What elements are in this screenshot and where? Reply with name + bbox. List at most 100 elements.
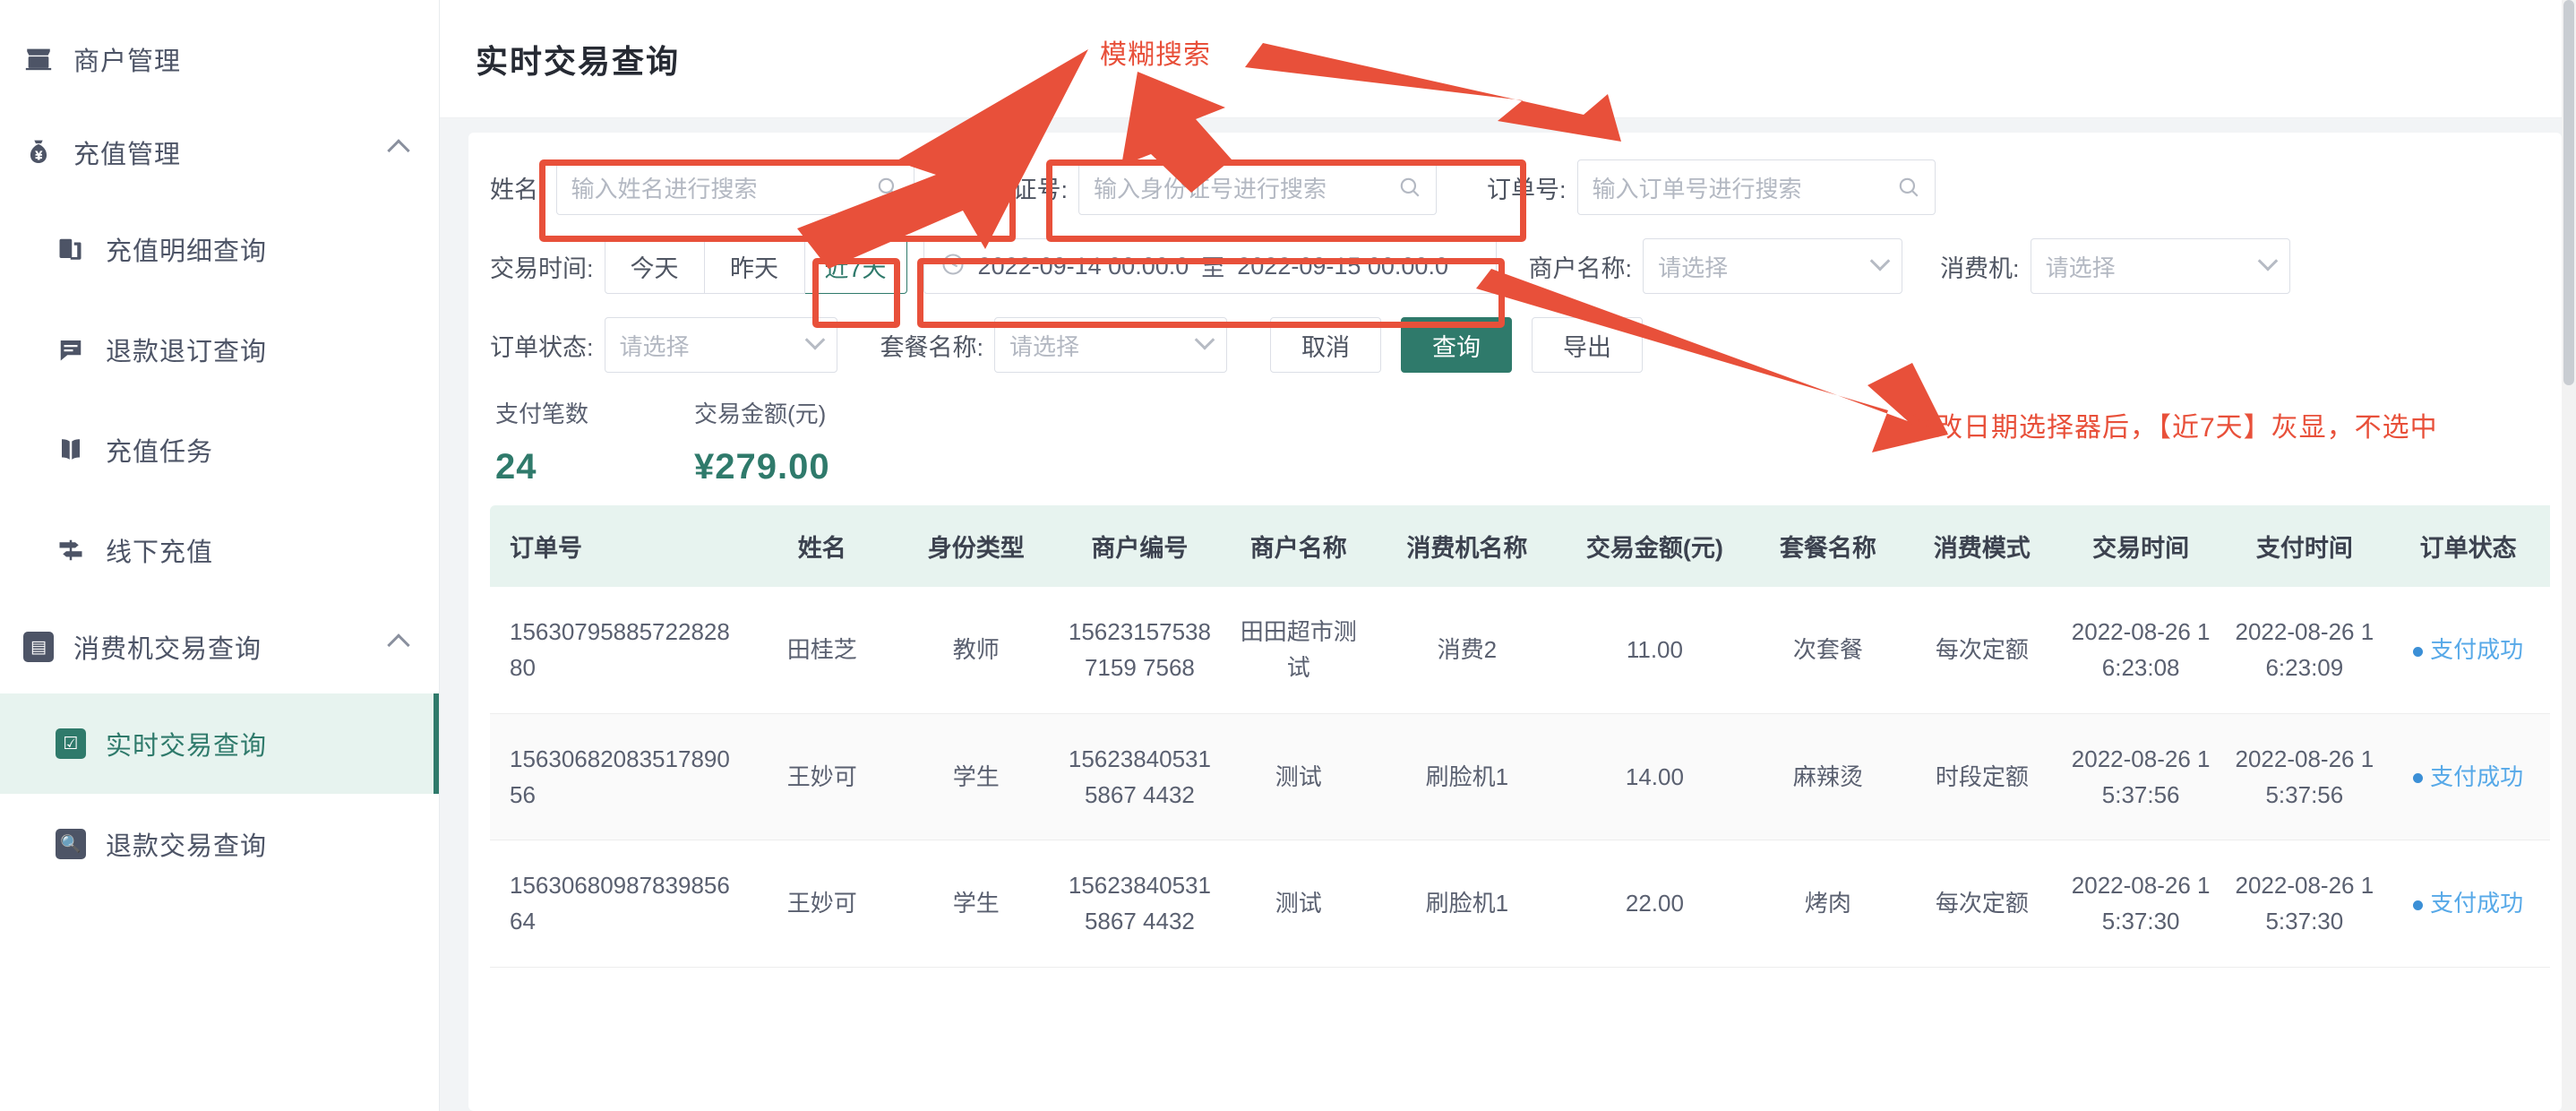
cell-name: 王妙可 bbox=[750, 713, 895, 841]
monitor-icon: ▤ bbox=[18, 632, 59, 662]
meal-name-select[interactable]: 请选择 bbox=[994, 317, 1228, 373]
quick-range-last7days[interactable]: 近7天 bbox=[804, 238, 907, 294]
search-icon bbox=[876, 176, 899, 199]
col-amount[interactable]: 交易金额(元) bbox=[1558, 505, 1751, 587]
signpost-icon bbox=[50, 537, 91, 564]
date-range-picker[interactable]: 2022-09-14 00:00:0 至 2022-09-15 00:00:0 bbox=[923, 238, 1497, 294]
sidebar-item-label: 退款退订查询 bbox=[106, 338, 268, 366]
col-merchant-name[interactable]: 商户名称 bbox=[1221, 505, 1376, 587]
cell-identity-type: 学生 bbox=[894, 840, 1059, 968]
merchant-name-label: 商户名称: bbox=[1528, 254, 1633, 282]
stat-transaction-amount: 交易金额(元) ¥279.00 bbox=[694, 396, 830, 487]
cancel-button[interactable]: 取消 bbox=[1270, 317, 1382, 373]
device-label: 消费机: bbox=[1940, 254, 2020, 282]
date-range-start: 2022-09-14 00:00:0 bbox=[977, 252, 1189, 280]
sidebar-group-merchant: 商户管理 bbox=[0, 13, 439, 106]
cell-pay-time: 2022-08-26 15:37:56 bbox=[2222, 713, 2387, 841]
sidebar-item-realtime-transaction-query[interactable]: ☑ 实时交易查询 bbox=[0, 693, 439, 794]
sidebar-item-label: 实时交易查询 bbox=[106, 732, 268, 761]
status-dot-icon bbox=[2413, 900, 2424, 910]
col-meal-name[interactable]: 套餐名称 bbox=[1750, 505, 1905, 587]
table-row[interactable]: 1563068098783985664 王妙可 学生 1562384053158… bbox=[490, 840, 2550, 968]
order-no-input[interactable]: 输入订单号进行搜索 bbox=[1576, 159, 1936, 215]
cell-amount: 22.00 bbox=[1558, 840, 1751, 968]
status-badge: 支付成功 bbox=[2430, 762, 2524, 790]
search-row-2: 交易时间: 今天 昨天 近7天 2022-09-14 00:00:0 至 202… bbox=[490, 238, 2540, 294]
summary-stats: 支付笔数 24 交易金额(元) ¥279.00 bbox=[490, 396, 2540, 487]
chevron-up-icon[interactable] bbox=[387, 633, 410, 658]
sidebar-item-refund-query[interactable]: 退款退订查询 bbox=[0, 299, 439, 400]
col-name[interactable]: 姓名 bbox=[750, 505, 895, 587]
name-input-placeholder: 输入姓名进行搜索 bbox=[571, 175, 758, 202]
device-select-value: 请选择 bbox=[2045, 254, 2116, 281]
sidebar-item-label: 消费机交易查询 bbox=[73, 635, 262, 664]
sidebar-item-refund-transaction-query[interactable]: 🔍 退款交易查询 bbox=[0, 794, 439, 894]
transactions-table: 订单号 姓名 身份类型 商户编号 商户名称 消费机名称 交易金额(元) 套餐名称… bbox=[490, 505, 2550, 968]
status-badge: 支付成功 bbox=[2430, 890, 2524, 917]
chevron-down-icon bbox=[1194, 330, 1215, 350]
page-scrollbar-thumb[interactable] bbox=[2563, 0, 2574, 385]
col-pay-time[interactable]: 支付时间 bbox=[2222, 505, 2387, 587]
chevron-up-icon[interactable] bbox=[387, 138, 410, 163]
cell-device-name: 刷脸机1 bbox=[1375, 713, 1558, 841]
quick-range-today[interactable]: 今天 bbox=[604, 238, 705, 294]
sidebar-item-offline-recharge[interactable]: 线下充值 bbox=[0, 500, 439, 600]
device-select[interactable]: 请选择 bbox=[2030, 238, 2290, 294]
name-input[interactable]: 输入姓名进行搜索 bbox=[555, 159, 914, 215]
page-scrollbar[interactable] bbox=[2562, 0, 2576, 1111]
status-badge: 支付成功 bbox=[2430, 636, 2524, 664]
page-header: 实时交易查询 bbox=[440, 0, 2576, 118]
cell-order-status: 支付成功 bbox=[2386, 713, 2550, 841]
cell-trade-time: 2022-08-26 15:37:56 bbox=[2058, 713, 2223, 841]
sidebar-item-device-transaction-query[interactable]: ▤ 消费机交易查询 bbox=[0, 600, 439, 693]
cell-order-no: 1563068098783985664 bbox=[490, 840, 751, 968]
col-merchant-no[interactable]: 商户编号 bbox=[1058, 505, 1222, 587]
clipboard-check-icon: ☑ bbox=[50, 728, 91, 759]
quick-range-yesterday[interactable]: 昨天 bbox=[704, 238, 805, 294]
store-icon bbox=[18, 44, 59, 74]
cell-merchant-no: 156238405315867 4432 bbox=[1058, 713, 1222, 841]
table-row[interactable]: 1563068208351789056 王妙可 学生 1562384053158… bbox=[490, 713, 2550, 841]
sidebar-item-recharge-task[interactable]: 充值任务 bbox=[0, 400, 439, 500]
sidebar-group-device-transactions: ▤ 消费机交易查询 ☑ 实时交易查询 🔍 退款交易查询 bbox=[0, 600, 439, 894]
col-order-no[interactable]: 订单号 bbox=[490, 505, 751, 587]
sidebar-item-merchant-management[interactable]: 商户管理 bbox=[0, 13, 439, 106]
cell-merchant-no: 156231575387159 7568 bbox=[1058, 587, 1222, 714]
documents-icon bbox=[50, 236, 91, 263]
sidebar-item-recharge-management[interactable]: 充值管理 bbox=[0, 106, 439, 199]
sidebar-item-recharge-detail-query[interactable]: 充值明细查询 bbox=[0, 199, 439, 299]
col-order-status[interactable]: 订单状态 bbox=[2386, 505, 2550, 587]
chevron-down-icon bbox=[1869, 251, 1891, 271]
stat-title: 交易金额(元) bbox=[694, 400, 827, 427]
transactions-table-wrapper: 订单号 姓名 身份类型 商户编号 商户名称 消费机名称 交易金额(元) 套餐名称… bbox=[490, 505, 2550, 968]
stat-payment-count: 支付笔数 24 bbox=[495, 396, 588, 487]
col-trade-time[interactable]: 交易时间 bbox=[2058, 505, 2223, 587]
cell-merchant-name: 田田超市测试 bbox=[1221, 587, 1376, 714]
date-range-end: 2022-09-15 00:00:0 bbox=[1237, 252, 1448, 280]
sidebar-item-label: 充值管理 bbox=[73, 141, 182, 169]
order-no-label: 订单号: bbox=[1487, 176, 1567, 203]
cell-merchant-name: 测试 bbox=[1221, 840, 1376, 968]
cell-mode: 每次定额 bbox=[1904, 587, 2059, 714]
search-box-icon: 🔍 bbox=[50, 829, 91, 859]
col-identity-type[interactable]: 身份类型 bbox=[894, 505, 1059, 587]
sidebar-item-label: 退款交易查询 bbox=[106, 832, 268, 861]
merchant-name-select[interactable]: 请选择 bbox=[1643, 238, 1903, 294]
table-row[interactable]: 1563079588572282880 田桂芝 教师 1562315753871… bbox=[490, 587, 2550, 714]
id-input[interactable]: 输入身份证号进行搜索 bbox=[1078, 159, 1438, 215]
cell-order-status: 支付成功 bbox=[2386, 840, 2550, 968]
col-device-name[interactable]: 消费机名称 bbox=[1375, 505, 1558, 587]
meal-name-label: 套餐名称: bbox=[880, 333, 984, 361]
col-mode[interactable]: 消费模式 bbox=[1904, 505, 2059, 587]
query-button[interactable]: 查询 bbox=[1401, 317, 1513, 373]
order-status-select[interactable]: 请选择 bbox=[604, 317, 837, 373]
cell-pay-time: 2022-08-26 16:23:09 bbox=[2222, 587, 2387, 714]
cell-mode: 时段定额 bbox=[1904, 713, 2059, 841]
export-button[interactable]: 导出 bbox=[1532, 317, 1644, 373]
cell-trade-time: 2022-08-26 15:37:30 bbox=[2058, 840, 2223, 968]
sidebar-item-label: 充值任务 bbox=[106, 438, 214, 467]
book-icon bbox=[50, 436, 91, 463]
cell-meal-name: 麻辣烫 bbox=[1750, 713, 1905, 841]
order-no-input-placeholder: 输入订单号进行搜索 bbox=[1592, 175, 1802, 202]
merchant-name-select-value: 请选择 bbox=[1658, 254, 1729, 281]
